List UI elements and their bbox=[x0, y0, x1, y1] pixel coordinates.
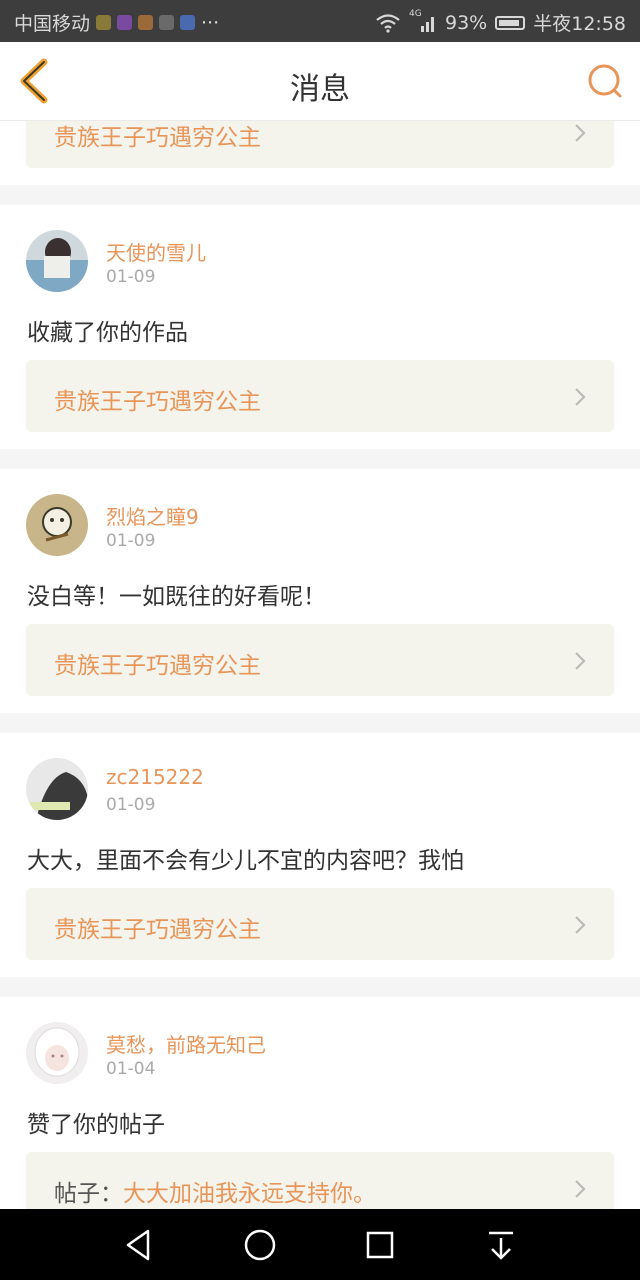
message-card: zc215222 01-09 大大，里面不会有少儿不宜的内容吧？我怕 贵族王子巧… bbox=[0, 733, 640, 977]
work-link[interactable]: 贵族王子巧遇穷公主 bbox=[26, 360, 614, 432]
chevron-right-icon bbox=[575, 124, 586, 142]
username[interactable]: 烈焰之瞳9 bbox=[106, 501, 199, 530]
system-nav-bar bbox=[0, 1209, 640, 1280]
status-right: 4G 93% 半夜12:58 bbox=[375, 9, 626, 36]
avatar[interactable] bbox=[26, 1022, 88, 1084]
work-title: 贵族王子巧遇穷公主 bbox=[54, 653, 261, 679]
home-circle-icon[interactable] bbox=[240, 1225, 280, 1265]
message-list[interactable]: 贵族王子巧遇穷公主 天使的雪儿 01-09 收藏了你的作品 贵族王子巧遇穷公主 bbox=[0, 121, 640, 1209]
notification-pulldown-icon[interactable] bbox=[481, 1225, 521, 1265]
cell-signal-icon: 4G bbox=[409, 9, 437, 33]
recents-square-icon[interactable] bbox=[360, 1225, 400, 1265]
status-bar: 中国移动 ··· 4G 93% 半夜12:58 bbox=[0, 0, 640, 42]
status-left: 中国移动 ··· bbox=[14, 9, 219, 36]
more-notifications-icon: ··· bbox=[201, 11, 220, 34]
username[interactable]: zc215222 bbox=[106, 765, 204, 789]
message-date: 01-09 bbox=[106, 267, 156, 287]
chevron-right-icon bbox=[575, 388, 586, 406]
message-text: 没白等！一如既往的好看呢！ bbox=[27, 584, 326, 610]
avatar[interactable] bbox=[26, 230, 88, 292]
app-header: 消息 bbox=[0, 42, 640, 121]
message-text: 大大，里面不会有少儿不宜的内容吧？我怕 bbox=[27, 848, 464, 874]
wifi-icon bbox=[376, 13, 400, 33]
post-prefix: 帖子： bbox=[54, 1181, 123, 1207]
app-notification-icon bbox=[96, 15, 112, 30]
message-text: 收藏了你的作品 bbox=[27, 320, 188, 346]
battery-percent: 93% bbox=[445, 11, 488, 34]
username[interactable]: 天使的雪儿 bbox=[106, 237, 206, 266]
message-card: 莫愁，前路无知己 01-04 赞了你的帖子 帖子：大大加油我永远支持你。 bbox=[0, 997, 640, 1209]
battery-icon bbox=[495, 15, 526, 30]
message-date: 01-04 bbox=[106, 1059, 156, 1079]
chevron-right-icon bbox=[575, 1180, 586, 1198]
post-text: 帖子：大大加油我永远支持你。 bbox=[54, 1174, 376, 1208]
message-card: 天使的雪儿 01-09 收藏了你的作品 贵族王子巧遇穷公主 bbox=[0, 205, 640, 449]
music-notification-icon bbox=[180, 15, 196, 30]
work-title: 贵族王子巧遇穷公主 bbox=[54, 917, 261, 943]
message-date: 01-09 bbox=[106, 795, 156, 815]
search-icon[interactable] bbox=[586, 62, 624, 100]
post-title: 大大加油我永远支持你。 bbox=[123, 1181, 376, 1207]
work-link[interactable]: 贵族王子巧遇穷公主 bbox=[26, 888, 614, 960]
work-title: 贵族王子巧遇穷公主 bbox=[54, 389, 261, 415]
chevron-right-icon bbox=[575, 652, 586, 670]
message-text: 赞了你的帖子 bbox=[27, 1112, 165, 1138]
back-triangle-icon[interactable] bbox=[118, 1225, 158, 1265]
carrier-name: 中国移动 bbox=[14, 13, 91, 35]
message-date: 01-09 bbox=[106, 531, 156, 551]
app-notification-icon bbox=[159, 15, 175, 30]
chevron-right-icon bbox=[575, 916, 586, 934]
page-title: 消息 bbox=[290, 72, 350, 107]
message-card: 烈焰之瞳9 01-09 没白等！一如既往的好看呢！ 贵族王子巧遇穷公主 bbox=[0, 469, 640, 713]
message-card-partial: 贵族王子巧遇穷公主 bbox=[0, 121, 640, 185]
avatar[interactable] bbox=[26, 758, 88, 820]
avatar[interactable] bbox=[26, 494, 88, 556]
app-notification-icon bbox=[117, 15, 133, 30]
work-title: 贵族王子巧遇穷公主 bbox=[54, 125, 261, 151]
work-link[interactable]: 贵族王子巧遇穷公主 bbox=[26, 121, 614, 168]
username[interactable]: 莫愁，前路无知己 bbox=[106, 1029, 266, 1058]
work-link[interactable]: 贵族王子巧遇穷公主 bbox=[26, 624, 614, 696]
post-link[interactable]: 帖子：大大加油我永远支持你。 bbox=[26, 1152, 614, 1209]
clock: 半夜12:58 bbox=[533, 13, 626, 35]
app-notification-icon bbox=[138, 15, 154, 30]
